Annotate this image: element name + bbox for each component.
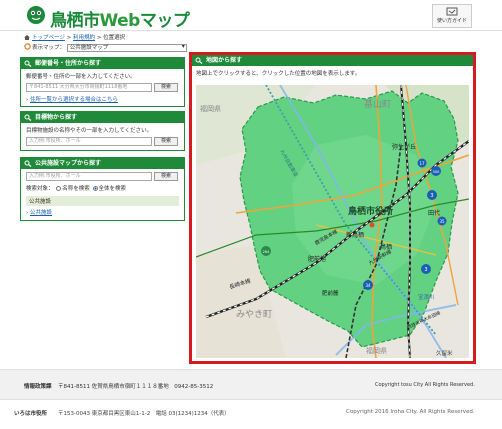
- route-number: 3: [430, 193, 433, 199]
- search-icon: [24, 114, 32, 121]
- logo-map: マップ: [139, 11, 190, 31]
- label-fukuoka-nw: 福岡県: [200, 104, 221, 113]
- landmark-search-button[interactable]: 検索: [154, 137, 178, 146]
- refresh-icon: [24, 43, 31, 50]
- site-logo[interactable]: 鳥栖市Webマップ: [50, 6, 190, 31]
- department-footer: 情報政策課 〒841-8511 佐賀県鳥栖市宿町１１１８番地 0942-85-3…: [0, 369, 502, 399]
- route-number: 17: [419, 161, 425, 166]
- display-map-label: 表示マップ：: [32, 45, 66, 51]
- footer-dept-address: 〒841-8511 佐賀県鳥栖市宿町１１１８番地 0942-85-3512: [58, 384, 214, 390]
- postal-panel-header: 郵便番号・住所から探す: [21, 58, 184, 69]
- route-number: 500: [433, 170, 440, 174]
- postal-search-button[interactable]: 検索: [154, 83, 178, 92]
- option-name-label: 名称を検索: [62, 186, 90, 192]
- logo-city: 鳥栖市: [50, 11, 100, 31]
- map-search-panel: 地図から探す 地図上でクリックすると、クリックした位置の地図を表示します。 3 …: [189, 52, 476, 364]
- address-list-link[interactable]: 住所一覧から選択する場合はこちら: [30, 97, 118, 103]
- radio-all-search[interactable]: [92, 186, 98, 191]
- city-map[interactable]: 3 3 34 500 264 17 35 福岡県 基山町 鳥栖市役所 新鳥栖 鳥…: [196, 85, 469, 358]
- guide-icon: [446, 7, 458, 16]
- facility-category: 公共施設: [26, 196, 179, 206]
- footer-org-address: 〒153-0043 東京都目黒区東山1-1-2 電話 03(1234)1234（…: [58, 411, 230, 417]
- route-number: 35: [439, 219, 445, 224]
- arrow-icon: ›: [26, 97, 29, 103]
- map-panel-header: 地図から探す: [192, 55, 473, 66]
- route-number: 34: [365, 283, 371, 288]
- site-header: 鳥栖市Webマップ 使い方ガイド: [0, 0, 502, 31]
- landmark-description: 目標物施設の名称やその一部を入力してください。: [26, 128, 153, 134]
- breadcrumb: トップページ > 利用規約 > 位置選択: [24, 33, 125, 41]
- home-icon: [24, 35, 30, 40]
- label-hizenfumoto: 肥前麓: [322, 289, 339, 297]
- header-divider: [0, 30, 502, 31]
- label-tosu: 鳥栖: [380, 243, 392, 251]
- route-number: 264: [263, 250, 270, 254]
- label-city-hall: 鳥栖市役所: [348, 205, 393, 217]
- breadcrumb-current: 位置選択: [103, 35, 126, 41]
- footer-dept-title: 情報政策課: [24, 384, 52, 390]
- breadcrumb-sep: >: [66, 35, 72, 41]
- map-instruction: 地図上でクリックすると、クリックした位置の地図を表示します。: [196, 71, 361, 77]
- facility-panel-header: 公共施設マップから探す: [21, 158, 184, 169]
- label-fukuoka-s: 福岡県: [366, 346, 387, 355]
- radio-name-search[interactable]: [56, 186, 62, 191]
- label-tashiro: 田代: [428, 209, 440, 217]
- logo-web: Web: [99, 11, 141, 31]
- postal-panel-title: 郵便番号・住所から探す: [35, 60, 102, 67]
- facility-search-button[interactable]: 検索: [154, 172, 178, 181]
- breadcrumb-sep: >: [96, 35, 102, 41]
- landmark-search-panel: 目標物から探す 目標物施設の名称やその一部を入力してください。 入力例:市役所、…: [20, 111, 185, 151]
- city-hall-marker[interactable]: [369, 222, 375, 228]
- breadcrumb-terms[interactable]: 利用規約: [73, 35, 95, 41]
- facility-category-link[interactable]: 公共施設: [30, 210, 52, 216]
- search-icon: [195, 57, 203, 64]
- facility-search-panel: 公共施設マップから探す 入力例:市役所、ホール 検索 検索対象： 名称を検索 全体…: [20, 157, 185, 221]
- map-panel-title: 地図から探す: [206, 57, 243, 64]
- postal-description: 郵便番号・住所の一部を入力してください。: [26, 74, 136, 80]
- landmark-panel-header: 目標物から探す: [21, 112, 184, 123]
- label-kurume: 久留米: [436, 349, 453, 357]
- footer-org: いろは市役所: [14, 411, 48, 417]
- logo-mascot-icon: [27, 6, 45, 24]
- landmark-input[interactable]: 入力例:市役所、ホール: [26, 137, 152, 146]
- postal-input[interactable]: 〒841-8511 大分県大分市荷揚町1118番地: [26, 83, 152, 92]
- label-yayoigaoka: 弥生が丘: [392, 143, 416, 151]
- usage-guide-button[interactable]: 使い方ガイド: [432, 4, 472, 28]
- arrow-icon: ›: [26, 210, 29, 216]
- option-all-label: 全体を検索: [98, 186, 127, 192]
- footer-dept-copyright: Copyright tosu City All Rights Reserved.: [375, 382, 475, 388]
- site-footer: いろは市役所 〒153-0043 東京都目黒区東山1-1-2 電話 03(123…: [0, 399, 502, 429]
- route-number: 3: [424, 267, 427, 273]
- facility-panel-title: 公共施設マップから探す: [35, 160, 102, 167]
- search-icon: [24, 60, 32, 67]
- landmark-panel-title: 目標物から探す: [35, 114, 78, 121]
- facility-input[interactable]: 入力例:市役所、ホール: [26, 172, 152, 181]
- label-miyaki: みやき町: [236, 309, 272, 320]
- label-shin-tosu: 新鳥栖: [346, 231, 364, 239]
- city-map-svg[interactable]: 3 3 34 500 264 17 35 福岡県 基山町 鳥栖市役所 新鳥栖 鳥…: [196, 85, 469, 358]
- label-takara: 宝満川: [418, 293, 435, 301]
- usage-guide-label: 使い方ガイド: [436, 18, 467, 24]
- footer-org-copyright: Copyright 2016 Iroha City. All Rights Re…: [346, 409, 475, 415]
- postal-search-panel: 郵便番号・住所から探す 郵便番号・住所の一部を入力してください。 〒841-85…: [20, 57, 185, 107]
- display-map-select[interactable]: 公共施設マップ: [66, 43, 187, 52]
- breadcrumb-top[interactable]: トップページ: [32, 35, 65, 41]
- label-hizen-asahi: 肥前旭: [308, 255, 326, 263]
- search-target-label: 検索対象：: [26, 186, 54, 192]
- display-map-selector: 表示マップ： 公共施設マップ: [24, 43, 187, 52]
- search-icon: [24, 160, 32, 167]
- label-kiyama: 基山町: [364, 98, 391, 110]
